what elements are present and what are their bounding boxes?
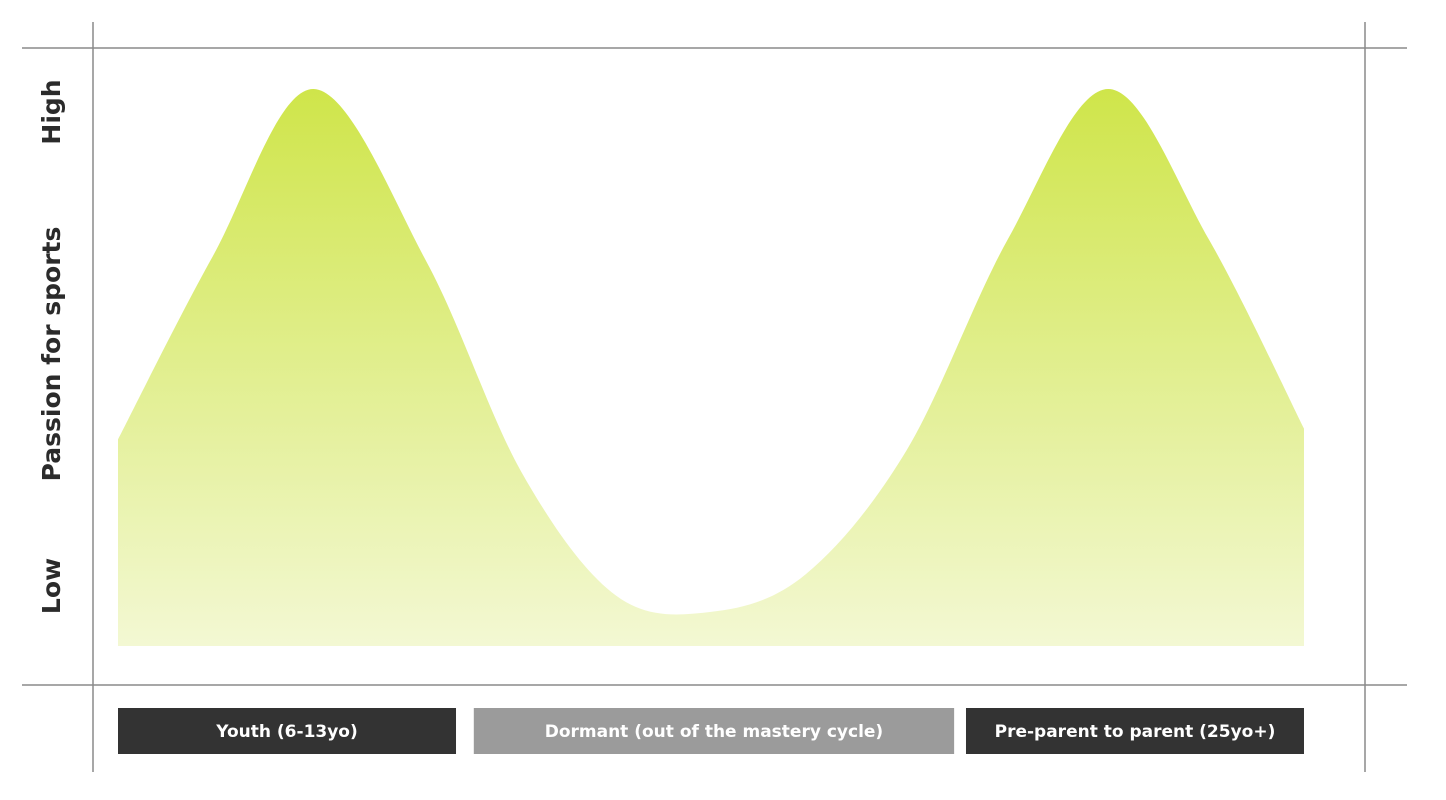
phase-bar-parent: Pre-parent to parent (25yo+) bbox=[965, 708, 1304, 754]
passion-chart: Passion for sports Low High Youth (6-13y… bbox=[22, 22, 1407, 772]
phase-label-parent: Pre-parent to parent (25yo+) bbox=[995, 722, 1276, 742]
y-tick-high: High bbox=[37, 79, 66, 144]
phase-bar-youth: Youth (6-13yo) bbox=[118, 708, 457, 754]
y-tick-low: Low bbox=[37, 558, 66, 614]
y-axis-title: Passion for sports bbox=[37, 227, 66, 482]
phase-label-dormant: Dormant (out of the mastery cycle) bbox=[545, 722, 883, 742]
passion-area bbox=[118, 88, 1304, 646]
phase-bar-dormant: Dormant (out of the mastery cycle) bbox=[473, 708, 955, 754]
phase-label-youth: Youth (6-13yo) bbox=[215, 722, 358, 742]
